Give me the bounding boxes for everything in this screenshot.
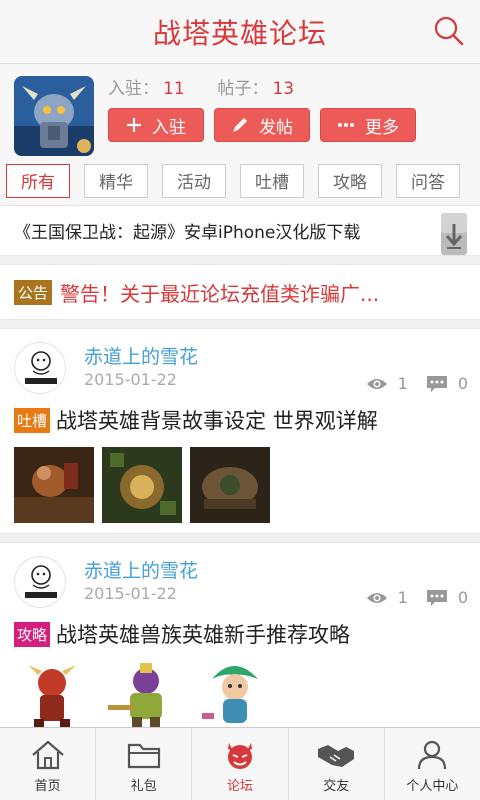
post-author[interactable]: 赤道上的雪花 [84, 345, 198, 369]
comment-count: 0 [426, 588, 468, 607]
view-count-value: 1 [397, 588, 408, 607]
post-date: 2015-01-22 [84, 584, 177, 603]
tab-events[interactable]: 活动 [162, 163, 226, 198]
bottom-nav: 首页 礼包 论坛 交友 个人中心 [0, 727, 480, 800]
expand-arrow-icon[interactable] [440, 212, 468, 256]
announcement-badge: 公告 [14, 279, 53, 305]
sticky-post-title: 《王国保卫战：起源》安卓iPhone汉化版下载 [14, 223, 361, 243]
post-title[interactable]: 战塔英雄兽族英雄新手推荐攻略 [56, 619, 350, 649]
eye-icon [366, 592, 387, 603]
forum-stats: 入驻： 11 帖子： 13 [108, 76, 416, 106]
tab-rants[interactable]: 吐槽 [240, 163, 304, 198]
search-icon[interactable] [434, 16, 464, 46]
eye-icon [366, 378, 387, 389]
app-header: 战塔英雄论坛 [0, 0, 480, 64]
nav-forum-label: 论坛 [227, 779, 254, 794]
announcement-text: 警告！关于最近论坛充值类诈骗广... [60, 281, 380, 306]
comment-count-value: 0 [457, 588, 468, 607]
comment-count-value: 0 [457, 374, 468, 393]
nav-gifts-label: 礼包 [130, 779, 157, 794]
user-icon [418, 740, 447, 770]
post-image[interactable] [190, 447, 270, 523]
handshake-icon [318, 745, 355, 767]
post-button-label: 发帖 [259, 117, 293, 138]
post-image[interactable] [104, 659, 186, 737]
post-tag: 吐槽 [14, 407, 51, 433]
nav-profile[interactable]: 个人中心 [383, 728, 480, 800]
nav-friends[interactable]: 交友 [287, 728, 384, 800]
page-title: 战塔英雄论坛 [152, 16, 327, 50]
post-author[interactable]: 赤道上的雪花 [84, 559, 198, 583]
post-title[interactable]: 战塔英雄背景故事设定 世界观详解 [56, 405, 378, 435]
post-count: 13 [272, 79, 295, 99]
forum-info: 入驻： 11 帖子： 13 入驻 发帖 更多 [0, 64, 480, 156]
nav-home-label: 首页 [34, 779, 61, 794]
forum-logo [14, 76, 94, 156]
pencil-icon [231, 116, 249, 134]
nav-gifts[interactable]: 礼包 [95, 728, 191, 800]
post-card[interactable]: 赤道上的雪花 2015-01-22 1 0 攻略 战塔英雄兽族英雄新手推荐攻略 [0, 542, 480, 748]
tab-all[interactable]: 所有 [6, 163, 70, 198]
tab-qa[interactable]: 问答 [396, 163, 460, 198]
view-count-value: 1 [397, 374, 408, 393]
comment-icon [426, 375, 447, 392]
join-count: 11 [163, 79, 185, 99]
sticky-post[interactable]: 《王国保卫战：起源》安卓iPhone汉化版下载 [0, 206, 480, 256]
home-icon [31, 740, 64, 770]
post-image[interactable] [194, 659, 276, 737]
comment-count: 0 [426, 374, 468, 393]
view-count: 1 [366, 588, 408, 607]
join-count-label: 入驻： [108, 79, 159, 99]
devil-icon [228, 743, 252, 769]
post-button[interactable]: 发帖 [214, 108, 310, 142]
folder-icon [127, 743, 160, 769]
nav-profile-label: 个人中心 [406, 779, 459, 794]
avatar[interactable] [14, 556, 66, 608]
more-button-label: 更多 [365, 117, 399, 138]
plus-icon [126, 117, 142, 133]
more-dots-icon [337, 122, 355, 128]
nav-home[interactable]: 首页 [0, 728, 95, 800]
announcement[interactable]: 公告 警告！关于最近论坛充值类诈骗广... [0, 264, 480, 320]
comment-icon [426, 589, 447, 606]
post-tag: 攻略 [14, 621, 51, 647]
post-count-label: 帖子： [217, 79, 269, 99]
post-image[interactable] [14, 447, 94, 523]
view-count: 1 [366, 374, 408, 393]
category-tabs: 所有 精华 活动 吐槽 攻略 问答 [0, 156, 480, 206]
nav-friends-label: 交友 [323, 779, 350, 794]
more-button[interactable]: 更多 [320, 108, 416, 142]
join-button-label: 入驻 [152, 117, 186, 138]
post-image[interactable] [14, 659, 96, 737]
tab-guides[interactable]: 攻略 [318, 163, 382, 198]
post-card[interactable]: 赤道上的雪花 2015-01-22 1 0 吐槽 战塔英雄背景故事设定 世界观详… [0, 328, 480, 534]
tab-featured[interactable]: 精华 [84, 163, 148, 198]
join-button[interactable]: 入驻 [108, 108, 204, 142]
post-date: 2015-01-22 [84, 370, 177, 389]
nav-forum[interactable]: 论坛 [191, 728, 287, 800]
post-image[interactable] [102, 447, 182, 523]
avatar[interactable] [14, 342, 66, 394]
